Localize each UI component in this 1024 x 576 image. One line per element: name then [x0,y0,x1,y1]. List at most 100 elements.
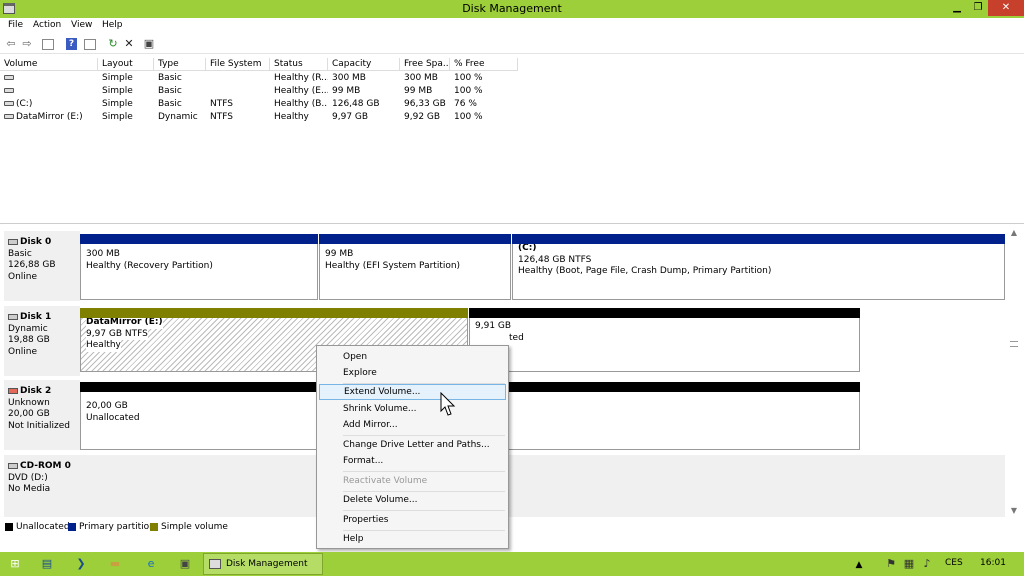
type-cell: Dynamic [158,112,198,122]
disk-1-label[interactable]: Disk 1 Dynamic 19,88 GB Online [4,306,80,376]
menu-item-delete-volume[interactable]: Delete Volume... [319,492,506,508]
percent-free-cell: 100 % [454,86,483,96]
context-menu: Open Explore Extend Volume... Shrink Vol… [316,345,509,549]
clock[interactable]: 16:01 [980,558,1006,568]
column-header-layout[interactable]: Layout [98,58,154,71]
toolbar: ⇦ ⇨ ? ↻ ✕ ▣ [0,34,1024,54]
column-header-file-system[interactable]: File System [206,58,270,71]
legend: Unallocated Primary partition Simple vol… [0,519,1024,535]
powershell-icon[interactable]: ❯ [74,557,88,571]
delete-icon[interactable]: ✕ [122,37,136,51]
internet-explorer-icon[interactable]: e [144,557,158,571]
menu-file[interactable]: File [8,20,23,30]
vertical-scrollbar[interactable]: ▲ ▼ [1008,228,1020,518]
menu-item-properties[interactable]: Properties [319,512,506,528]
type-cell: Basic [158,99,182,109]
scroll-up-icon[interactable]: ▲ [1008,228,1020,240]
menu-separator [343,510,505,511]
type-cell: Basic [158,73,182,83]
menu-item-shrink-volume[interactable]: Shrink Volume... [319,401,506,417]
menu-item-explore[interactable]: Explore [319,365,506,381]
help-icon[interactable]: ? [66,38,77,50]
layout-cell: Simple [102,99,133,109]
layout-cell: Simple [102,112,133,122]
free-space-cell: 99 MB [404,86,433,96]
status-cell: Healthy (E... [274,86,328,96]
column-header-volume[interactable]: Volume [0,58,98,71]
file-explorer-icon[interactable]: ▬ [108,557,122,571]
maximize-button[interactable]: ❐ [968,0,988,16]
menu-action[interactable]: Action [33,20,61,30]
menu-item-format[interactable]: Format... [319,453,506,469]
close-button[interactable]: ✕ [988,0,1024,16]
scroll-down-icon[interactable]: ▼ [1008,506,1020,518]
cdrom-0-label[interactable]: CD-ROM 0 DVD (D:) No Media [4,455,80,517]
forward-arrow-icon[interactable]: ⇨ [20,37,34,51]
server-manager-icon[interactable]: ▤ [40,557,54,571]
drive-icon [4,114,14,119]
volume-cell: (C:) [0,98,98,111]
cdrom-empty-area [80,455,1005,517]
drive-icon [4,75,14,80]
type-cell: Basic [158,86,182,96]
partition-unallocated-disk1[interactable]: 9,91 GB ted [469,308,860,372]
back-arrow-icon[interactable]: ⇦ [4,37,18,51]
partition-bar [469,308,860,318]
minimize-button[interactable]: ▁ [946,0,968,16]
column-header-status[interactable]: Status [270,58,328,71]
layout-cell: Simple [102,86,133,96]
taskbar-disk-management[interactable]: Disk Management [203,553,323,575]
disk-0-label[interactable]: Disk 0 Basic 126,88 GB Online [4,231,80,301]
language-indicator[interactable]: CES [945,558,963,568]
capacity-cell: 99 MB [332,86,361,96]
partition-c[interactable]: (C:) 126,48 GB NTFS Healthy (Boot, Page … [512,234,1005,300]
partition-recovery[interactable]: 300 MB Healthy (Recovery Partition) [80,234,318,300]
column-header-percent-free[interactable]: % Free [450,58,518,71]
legend-unallocated: Unallocated [5,522,70,532]
disk-icon [8,313,18,320]
volume-cell [0,72,98,85]
tray-expand-icon[interactable]: ▲ [852,558,866,572]
volume-icon[interactable]: ♪ [920,557,934,571]
menu-item-add-mirror[interactable]: Add Mirror... [319,417,506,433]
file-system-cell: NTFS [210,112,233,122]
menu-item-help[interactable]: Help [319,531,506,547]
window-title: Disk Management [462,2,562,15]
menu-help[interactable]: Help [102,20,123,30]
disk-2-label[interactable]: Disk 2 Unknown 20,00 GB Not Initialized [4,380,80,450]
legend-simple-volume: Simple volume [150,522,228,532]
action-center-icon[interactable]: ⚑ [884,557,898,571]
column-header-free-space[interactable]: Free Spa... [400,58,450,71]
scroll-thumb-grip-icon[interactable] [1010,341,1018,347]
menu-item-change-drive-letter[interactable]: Change Drive Letter and Paths... [319,437,506,453]
drive-icon [4,101,14,106]
disk-icon [8,238,18,245]
windows-start-icon[interactable]: ⊞ [8,557,22,571]
status-cell: Healthy (B... [274,99,328,109]
network-icon[interactable]: ▦ [902,557,916,571]
disk-management-icon [209,559,221,569]
status-cell: Healthy [274,112,309,122]
menu-view[interactable]: View [71,20,92,30]
partition-bar [319,234,511,244]
menu-item-extend-volume[interactable]: Extend Volume... [319,384,506,400]
computer-management-icon[interactable]: ▣ [178,557,192,571]
refresh-icon[interactable]: ↻ [106,37,120,51]
disk-warning-icon [8,387,18,394]
free-space-cell: 9,92 GB [404,112,441,122]
menu-item-open[interactable]: Open [319,349,506,365]
menu-separator [343,471,505,472]
column-header-capacity[interactable]: Capacity [328,58,400,71]
volume-cell: DataMirror (E:) [0,111,98,124]
file-system-cell: NTFS [210,99,233,109]
partition-bar [80,234,318,244]
capacity-cell: 126,48 GB [332,99,380,109]
layout-cell: Simple [102,73,133,83]
percent-free-cell: 76 % [454,99,477,109]
console-tree-icon[interactable] [42,39,54,50]
taskbar: ⊞ ▤ ❯ ▬ e ▣ Disk Management ▲ ⚑ ▦ ♪ CES … [0,552,1024,576]
partition-efi[interactable]: 99 MB Healthy (EFI System Partition) [319,234,511,300]
properties-icon[interactable] [84,39,96,50]
settings-icon[interactable]: ▣ [142,37,156,51]
column-header-type[interactable]: Type [154,58,206,71]
